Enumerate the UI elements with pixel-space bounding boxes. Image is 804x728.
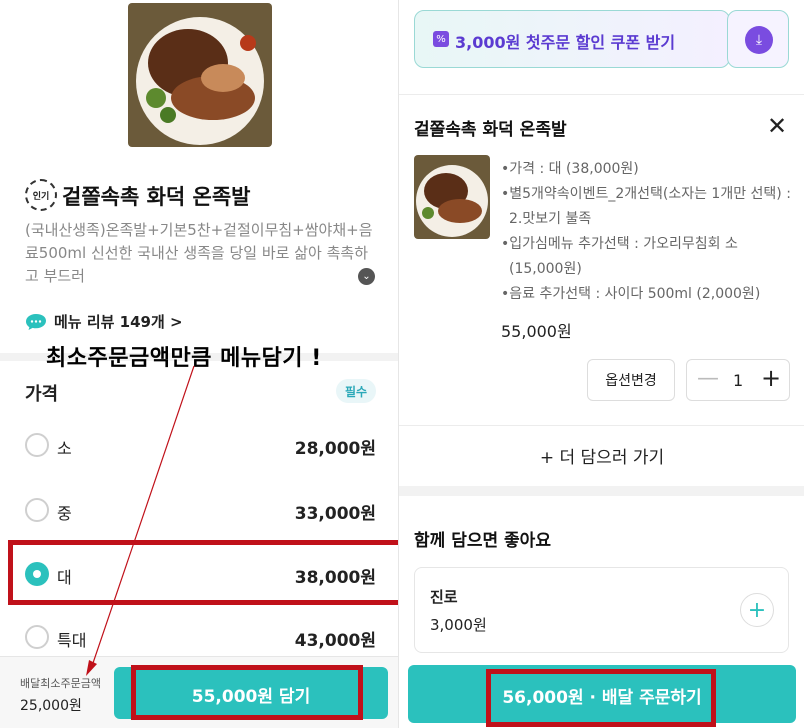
recommend-card[interactable]: 진로 3,000원 + [414, 567, 789, 653]
cart-option-line: •음료 추가선택 : 사이다 500ml (2,000원) [501, 286, 761, 302]
radio-button[interactable] [25, 433, 49, 457]
cart-item-name: 겉쫄속촉 화덕 온족발 [414, 120, 567, 140]
min-order-value: 25,000원 [20, 698, 82, 714]
cart-option-list: •가격 : 대 (38,000원) •별5개약속이벤트_2개선택(소자는 1개만… [499, 157, 791, 307]
close-icon[interactable]: ✕ [767, 112, 787, 140]
download-icon: ⤓ [745, 26, 773, 54]
popular-badge: 인기 [25, 179, 57, 211]
coupon-text: 3,000원 첫주문 할인 쿠폰 받기 [455, 33, 676, 52]
bottom-bar: 56,000원 · 배달 주문하기 [399, 656, 804, 728]
option-group-title: 가격 [25, 384, 59, 405]
add-to-cart-label: 55,000원 담기 [191, 687, 311, 707]
menu-photo [128, 3, 272, 147]
cart-item-price: 55,000원 [501, 322, 572, 341]
recommend-item-name: 진로 [430, 588, 458, 606]
add-to-cart-button[interactable]: 55,000원 담기 [114, 667, 388, 719]
order-button-label: 56,000원 · 배달 주문하기 [502, 688, 702, 708]
option-price: 28,000원 [294, 439, 376, 459]
option-row-medium[interactable]: 중 33,000원 [0, 485, 398, 535]
plus-icon[interactable]: + [740, 593, 774, 627]
order-button[interactable]: 56,000원 · 배달 주문하기 [408, 665, 796, 723]
divider [399, 486, 804, 496]
min-order-label: 배달최소주문금액 [20, 677, 101, 690]
option-label: 대 [57, 568, 72, 587]
cart-option-line: •가격 : 대 (38,000원) [501, 161, 639, 177]
coupon-download-button[interactable]: ⤓ [727, 10, 789, 68]
option-label: 소 [57, 439, 72, 458]
radio-button[interactable] [25, 625, 49, 649]
speech-bubble-icon [26, 313, 46, 330]
plus-icon[interactable]: + [761, 364, 781, 392]
radio-button-selected[interactable] [25, 562, 49, 586]
menu-title: 겉쫄속촉 화덕 온족발 [62, 185, 251, 209]
review-label: 메뉴 리뷰 149개 > [54, 313, 183, 331]
change-option-button[interactable]: 옵션변경 [587, 359, 675, 401]
option-label: 중 [57, 504, 72, 523]
chevron-down-icon[interactable]: ⌄ [358, 268, 375, 285]
coupon-banner[interactable]: % 3,000원 첫주문 할인 쿠폰 받기 [414, 10, 730, 68]
divider [399, 425, 804, 426]
option-row-small[interactable]: 소 28,000원 [0, 420, 398, 470]
annotation-text: 최소주문금액만큼 메뉴담기 ! [46, 346, 322, 371]
recommend-title: 함께 담으면 좋아요 [414, 531, 551, 551]
menu-description: (국내산생족)온족발+기본5찬+겉절이무침+쌈야채+음료500ml 신선한 국내… [25, 221, 373, 285]
cart-panel: % 3,000원 첫주문 할인 쿠폰 받기 ⤓ 겉쫄속촉 화덕 온족발 ✕ •가… [398, 0, 804, 728]
quantity-stepper: — 1 + [686, 359, 790, 401]
bottom-bar: 배달최소주문금액 25,000원 55,000원 담기 [0, 656, 398, 728]
option-price: 43,000원 [294, 631, 376, 651]
required-badge: 필수 [336, 379, 376, 403]
menu-review-link[interactable]: 메뉴 리뷰 149개 > [25, 311, 183, 332]
option-price: 33,000원 [294, 504, 376, 524]
quantity-value: 1 [733, 371, 744, 390]
option-price: 38,000원 [294, 568, 376, 588]
add-more-link[interactable]: + 더 담으러 가기 [399, 443, 804, 468]
cart-item-thumbnail [414, 155, 490, 239]
minus-icon[interactable]: — [697, 366, 719, 391]
coupon-icon: % [433, 31, 449, 47]
option-label: 특대 [57, 631, 87, 650]
option-row-xlarge[interactable]: 특대 43,000원 [0, 612, 398, 662]
divider [399, 94, 804, 95]
cart-option-line: •입가심메뉴 추가선택 : 가오리무침회 소 (15,000원) [501, 236, 738, 277]
cart-option-line: •별5개약속이벤트_2개선택(소자는 1개만 선택) : 2.맛보기 불족 [501, 186, 791, 227]
menu-detail-panel: 인기 겉쫄속촉 화덕 온족발 (국내산생족)온족발+기본5찬+겉절이무침+쌈야채… [0, 0, 398, 728]
option-row-large[interactable]: 대 38,000원 [0, 549, 398, 599]
recommend-item-price: 3,000원 [430, 616, 487, 634]
radio-button[interactable] [25, 498, 49, 522]
